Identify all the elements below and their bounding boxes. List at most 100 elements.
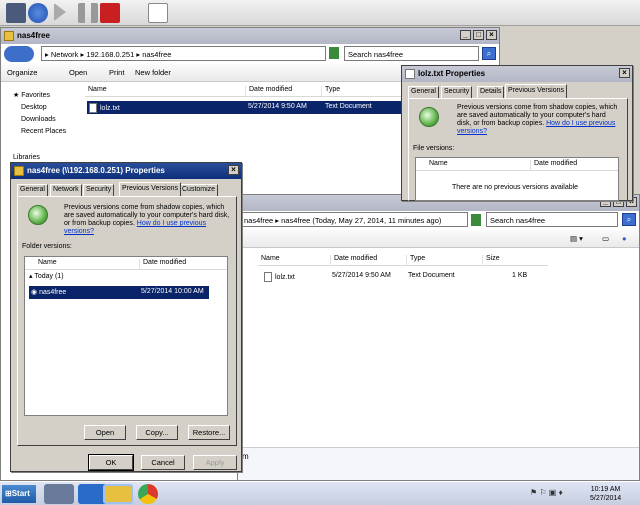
views-icon[interactable]: ▤ ▾ [570, 234, 583, 243]
group-header-today[interactable]: ▴ Today (1) [29, 273, 64, 281]
folder-versions-label: Folder versions: [22, 243, 72, 250]
col-name[interactable]: Name [258, 255, 280, 266]
pause-icon[interactable] [78, 3, 98, 23]
folder-properties-dialog: nas4free (\\192.168.0.251) Properties × … [10, 162, 242, 472]
close-button[interactable]: × [486, 30, 497, 40]
tab-network[interactable]: Network [50, 184, 82, 196]
folder-versions-list[interactable]: Name Date modified ▴ Today (1) ◉ nas4fre… [24, 256, 228, 416]
file-row[interactable]: lolz.txt 5/27/2014 9:50 AM Text Document… [262, 270, 552, 283]
shadow-column-headers: Name Date modified Type Size [258, 253, 548, 266]
shadow-command-bar: ▤ ▾ ▭ ● [238, 230, 639, 248]
fullscreen-icon[interactable] [148, 3, 168, 23]
info-icon[interactable] [28, 3, 48, 23]
refresh-icon[interactable] [329, 47, 339, 59]
new-folder-button[interactable]: New folder [135, 68, 171, 77]
file-versions-label: File versions: [413, 145, 455, 152]
tab-details[interactable]: Details [477, 86, 505, 98]
file-row[interactable]: lolz.txt 5/27/2014 9:50 AM Text Document [87, 101, 407, 114]
col-name[interactable]: Name [35, 259, 57, 270]
windows-logo-icon: ⊞ [5, 489, 12, 498]
refresh-icon[interactable] [471, 214, 481, 226]
favorites-header[interactable]: ★ Favorites [13, 90, 66, 102]
nav-item-desktop[interactable]: Desktop [13, 102, 66, 114]
column-headers: Name Date modified Type [85, 84, 415, 97]
details-pane: m [238, 447, 639, 480]
search-icon[interactable]: ⌕ [482, 47, 496, 60]
tab-security[interactable]: Security [83, 184, 115, 196]
open-button[interactable]: Open [84, 425, 126, 440]
apply-button[interactable]: Apply [193, 455, 237, 470]
folder-props-panel: Previous versions come from shadow copie… [17, 196, 237, 446]
power-icon[interactable] [100, 3, 120, 23]
previous-versions-icon [28, 205, 48, 225]
tab-previous-versions[interactable]: Previous Versions [119, 182, 182, 196]
clock[interactable]: 10:19 AM 5/27/2014 [590, 485, 621, 503]
file-props-titlebar: lolz.txt Properties × [402, 66, 632, 82]
copy-button[interactable]: Copy... [136, 425, 178, 440]
text-file-icon [89, 103, 97, 113]
chrome-icon[interactable] [138, 484, 158, 504]
col-size[interactable]: Size [482, 255, 500, 266]
empty-versions-message: There are no previous versions available [452, 184, 579, 191]
tab-general[interactable]: General [408, 86, 439, 98]
col-date[interactable]: Date modified [245, 86, 292, 97]
search-input[interactable]: Search nas4free [344, 46, 479, 61]
taskbar: ⊞Start ⚑ ⚐ ▣ ♦ 10:19 AM 5/27/2014 [0, 481, 640, 505]
search-icon[interactable]: ⌕ [622, 213, 636, 226]
close-button[interactable]: × [228, 165, 239, 175]
col-type[interactable]: Type [321, 86, 340, 97]
help-icon[interactable]: ● [622, 234, 627, 243]
tab-general[interactable]: General [17, 184, 48, 196]
maximize-button[interactable]: □ [473, 30, 484, 40]
preview-pane-icon[interactable]: ▭ [602, 234, 609, 243]
start-button[interactable]: ⊞Start [2, 485, 36, 503]
col-name[interactable]: Name [85, 86, 107, 97]
col-date[interactable]: Date modified [139, 259, 186, 270]
server-manager-icon[interactable] [44, 484, 74, 504]
folder-versions-columns: Name Date modified [25, 257, 227, 270]
version-row[interactable]: ◉ nas4free 5/27/2014 10:00 AM [29, 286, 209, 299]
close-button[interactable]: × [619, 68, 630, 78]
folder-props-description: Previous versions come from shadow copie… [64, 204, 230, 235]
print-button[interactable]: Print [109, 68, 124, 77]
text-file-icon [264, 272, 272, 282]
nav-item-downloads[interactable]: Downloads [13, 114, 66, 126]
tray-icons[interactable]: ⚑ ⚐ ▣ ♦ [530, 488, 563, 497]
col-type[interactable]: Type [406, 255, 425, 266]
file-props-panel: Previous versions come from shadow copie… [408, 98, 628, 201]
nav-item-recent[interactable]: Recent Places [13, 126, 66, 138]
shadow-address-bar[interactable]: nas4free ▸ nas4free (Today, May 27, 2014… [240, 212, 468, 227]
restore-button[interactable]: Restore... [188, 425, 230, 440]
tab-previous-versions[interactable]: Previous Versions [505, 84, 568, 98]
col-name[interactable]: Name [426, 160, 448, 171]
play-icon[interactable] [54, 3, 66, 21]
shadow-copy-window: _ □ × nas4free ▸ nas4free (Today, May 27… [237, 194, 640, 481]
col-date[interactable]: Date modified [530, 160, 577, 171]
organize-button[interactable]: Organize [7, 68, 37, 77]
address-bar[interactable]: ▸ Network ▸ 192.168.0.251 ▸ nas4free [41, 46, 326, 61]
file-props-tabs: General Security Details Previous Versio… [408, 84, 628, 98]
monitor-icon[interactable] [6, 3, 26, 23]
folder-icon [4, 31, 14, 41]
file-props-description: Previous versions come from shadow copie… [457, 104, 618, 135]
file-versions-list[interactable]: Name Date modified There are no previous… [415, 157, 619, 201]
back-forward-buttons[interactable] [4, 46, 34, 62]
minimize-button[interactable]: _ [460, 30, 471, 40]
previous-versions-icon [419, 107, 439, 127]
explorer-taskbar-icon[interactable] [103, 484, 133, 504]
open-button[interactable]: Open [69, 68, 87, 77]
text-file-icon [405, 69, 415, 79]
folder-version-name: ◉ nas4free [31, 289, 67, 296]
file-properties-dialog: lolz.txt Properties × General Security D… [401, 65, 633, 201]
shadow-search-input[interactable]: Search nas4free [486, 212, 618, 227]
explorer-titlebar: nas4free _ □ × [1, 28, 499, 44]
nav-pane: ★ Favorites Desktop Downloads Recent Pla… [13, 90, 66, 164]
tab-security[interactable]: Security [441, 86, 473, 98]
file-versions-columns: Name Date modified [416, 158, 618, 171]
ok-button[interactable]: OK [88, 454, 134, 471]
tab-customize[interactable]: Customize [179, 184, 219, 196]
cancel-button[interactable]: Cancel [141, 455, 185, 470]
folder-props-tabs: General Network Security Previous Versio… [17, 182, 237, 196]
col-date[interactable]: Date modified [330, 255, 377, 266]
network-folder-icon [14, 166, 24, 176]
